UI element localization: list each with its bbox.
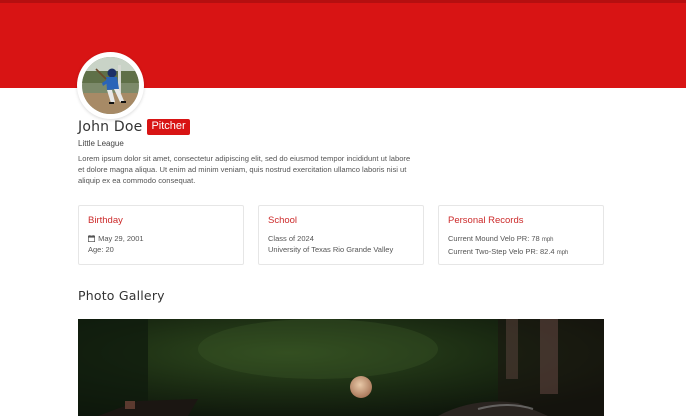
mound-velo-label: Current Mound Velo PR:	[448, 234, 532, 243]
player-name: John Doe	[78, 119, 143, 135]
league-label: Little League	[78, 139, 124, 148]
player-age: Age: 20	[88, 245, 114, 254]
mound-velo-unit: mph	[541, 237, 554, 243]
birthday-card: Birthday May 29, 2001 Age: 20	[78, 205, 244, 265]
school-card-title: School	[268, 215, 298, 226]
records-card: Personal Records Current Mound Velo PR: …	[438, 205, 604, 265]
calendar-icon	[88, 235, 95, 242]
twostep-velo-label: Current Two-Step Velo PR:	[448, 247, 540, 256]
gallery-photo[interactable]	[78, 319, 604, 416]
records-card-title: Personal Records	[448, 215, 524, 226]
twostep-velo-value: 82.4	[540, 247, 555, 256]
school-class: Class of 2024	[268, 234, 314, 243]
name-row: John Doe Pitcher	[78, 119, 190, 135]
school-name: University of Texas Rio Grande Valley	[268, 245, 394, 254]
school-card: School Class of 2024 University of Texas…	[258, 205, 424, 265]
avatar-photo	[82, 57, 139, 114]
avatar[interactable]	[77, 52, 144, 119]
birthday-card-title: Birthday	[88, 215, 123, 226]
birthday-date: May 29, 2001	[98, 234, 144, 243]
twostep-velo-line: Current Two-Step Velo PR: 82.4 mph	[448, 246, 594, 259]
birthday-date-line: May 29, 2001	[88, 233, 234, 244]
mound-velo-line: Current Mound Velo PR: 78 mph	[448, 233, 594, 246]
mound-velo-value: 78	[531, 234, 540, 243]
player-bio: Lorem ipsum dolor sit amet, consectetur …	[78, 154, 411, 186]
gallery-title: Photo Gallery	[78, 288, 165, 303]
position-badge: Pitcher	[147, 119, 190, 135]
twostep-velo-unit: mph	[556, 250, 569, 256]
